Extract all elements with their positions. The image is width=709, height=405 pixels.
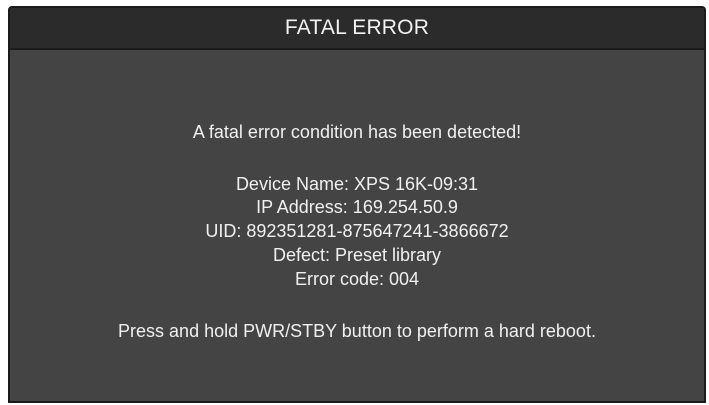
device-name: Device Name: XPS 16K-09:31 — [235, 174, 479, 194]
error-message: A fatal error condition has been detecte… — [192, 122, 522, 142]
defect-description: Defect: Preset library — [272, 245, 442, 265]
device-uid: UID: 892351281-875647241-3866672 — [205, 221, 509, 241]
fatal-error-dialog: FATAL ERROR A fatal error condition has … — [8, 6, 706, 403]
error-code: Error code: 004 — [294, 269, 420, 289]
dialog-titlebar: FATAL ERROR — [10, 8, 704, 50]
ip-address: IP Address: 169.254.50.9 — [256, 197, 458, 217]
dialog-title: FATAL ERROR — [284, 16, 430, 39]
reboot-instruction: Press and hold PWR/STBY button to perfor… — [118, 321, 596, 341]
